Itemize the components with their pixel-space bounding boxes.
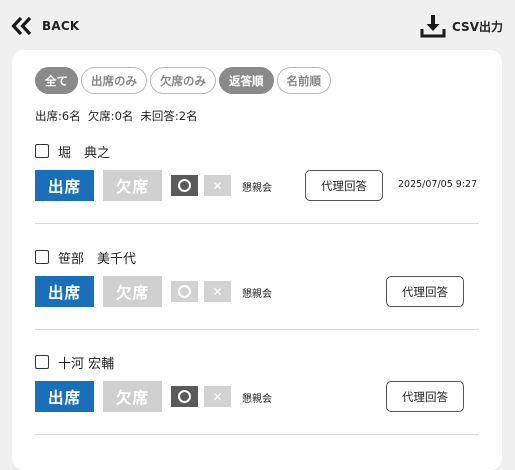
absent-button[interactable]: 欠席: [103, 276, 162, 307]
download-icon: [420, 15, 446, 38]
party-attend-button[interactable]: [171, 175, 198, 196]
filter-present-only[interactable]: 出席のみ: [81, 67, 147, 94]
unanswered-count: 未回答:2名: [140, 109, 198, 123]
proxy-answer-button[interactable]: 代理回答: [386, 381, 464, 412]
sort-by-response[interactable]: 返答順: [219, 67, 274, 94]
row-divider: [35, 434, 479, 435]
present-button[interactable]: 出席: [35, 381, 94, 412]
csv-export-button[interactable]: CSV出力: [420, 12, 503, 40]
event-group-label: 懇親会: [242, 289, 272, 300]
top-bar: BACK CSV出力: [0, 0, 515, 48]
present-button[interactable]: 出席: [35, 276, 94, 307]
circle-icon: [178, 179, 191, 192]
member-name-line: 十河 宏輔: [35, 353, 115, 372]
party-attend-button[interactable]: [171, 281, 198, 302]
back-label: BACK: [42, 19, 80, 33]
event-group-label: 懇親会: [242, 394, 272, 405]
proxy-answer-button[interactable]: 代理回答: [386, 276, 464, 307]
double-chevron-left-icon: [11, 16, 32, 36]
member-name-line: 笹部 美千代: [35, 248, 137, 267]
absent-count: 欠席:0名: [87, 109, 134, 123]
csv-export-label: CSV出力: [452, 19, 503, 34]
response-timestamp: 2025/07/05 9:27: [398, 179, 478, 190]
circle-icon: [178, 390, 191, 403]
sort-by-name[interactable]: 名前順: [276, 67, 331, 94]
party-attend-button[interactable]: [171, 386, 198, 407]
member-checkbox[interactable]: [35, 144, 49, 158]
present-count: 出席:6名: [35, 109, 81, 123]
attendance-card: 全て 出席のみ 欠席のみ 返答順 名前順 出席:6名 欠席:0名 未回答:2名 堀 …: [12, 50, 502, 470]
present-button[interactable]: 出席: [35, 170, 94, 201]
row-divider: [35, 223, 479, 224]
row-divider: [35, 329, 479, 330]
absent-button[interactable]: 欠席: [103, 170, 162, 201]
member-checkbox[interactable]: [35, 250, 49, 264]
party-decline-button[interactable]: ✕: [204, 281, 231, 302]
member-name-line: 堀 典之: [35, 142, 111, 161]
member-checkbox[interactable]: [35, 355, 49, 369]
circle-icon: [178, 285, 191, 298]
filter-all[interactable]: 全て: [35, 67, 78, 94]
party-decline-button[interactable]: ✕: [204, 386, 231, 407]
filter-bar: 全て 出席のみ 欠席のみ 返答順 名前順: [35, 67, 331, 94]
filter-absent-only[interactable]: 欠席のみ: [150, 67, 216, 94]
party-decline-button[interactable]: ✕: [204, 175, 231, 196]
proxy-answer-button[interactable]: 代理回答: [305, 170, 383, 201]
member-name: 笹部 美千代: [58, 251, 137, 267]
back-button[interactable]: BACK: [10, 14, 79, 38]
attendance-summary: 出席:6名 欠席:0名 未回答:2名: [35, 108, 205, 124]
member-name: 堀 典之: [58, 145, 111, 161]
member-name: 十河 宏輔: [58, 356, 115, 372]
event-group-label: 懇親会: [242, 183, 272, 194]
absent-button[interactable]: 欠席: [103, 381, 162, 412]
